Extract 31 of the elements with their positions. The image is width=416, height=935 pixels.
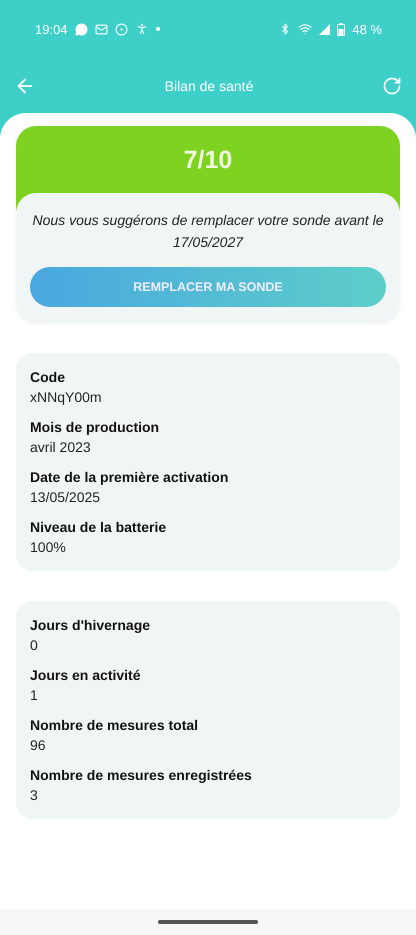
field-value: xNNqY00m	[30, 389, 103, 405]
field-label: Jours d'hivernage	[30, 617, 152, 633]
field-label: Niveau de la batterie	[30, 519, 168, 535]
replace-button[interactable]: REMPLACER MA SONDE	[30, 267, 386, 307]
field-label: Nombre de mesures total	[30, 717, 200, 733]
score-value: 7/10	[184, 146, 232, 176]
page-title: Bilan de santé	[164, 78, 254, 94]
field-value: 1	[30, 687, 39, 703]
recommendation-text: Nous vous suggérons de remplacer votre sonde avant le 17/05/2027	[32, 211, 384, 252]
mail-icon	[94, 22, 108, 36]
target-icon	[114, 22, 128, 36]
signal-icon	[319, 24, 330, 34]
field-value: avril 2023	[30, 439, 92, 455]
field-label: Jours en activité	[30, 667, 142, 683]
dot-icon	[156, 27, 160, 31]
battery-percent: 48 %	[352, 22, 382, 36]
wifi-icon	[298, 22, 312, 36]
status-time: 19:04	[35, 22, 68, 36]
field-value: 3	[30, 787, 39, 803]
battery-icon	[337, 22, 346, 36]
field-value: 96	[30, 737, 47, 753]
field-label: Mois de production	[30, 419, 160, 435]
field-label: Date de la première activation	[30, 469, 230, 485]
field-value: 13/05/2025	[30, 489, 102, 505]
field-value: 100%	[30, 539, 67, 555]
chat-icon	[74, 22, 88, 36]
refresh-button[interactable]	[382, 76, 402, 96]
field-value: 0	[30, 637, 39, 653]
field-label: Code	[30, 369, 66, 385]
field-label: Nombre de mesures enregistrées	[30, 767, 253, 783]
home-indicator[interactable]	[158, 920, 258, 924]
